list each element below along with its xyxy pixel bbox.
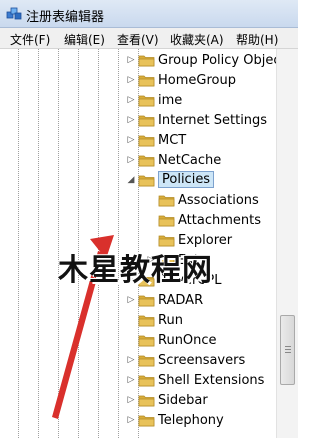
expand-arrow-icon[interactable]: ▷ bbox=[126, 295, 136, 305]
folder-icon bbox=[158, 195, 175, 207]
tree-item[interactable]: ◢ Policies bbox=[0, 171, 276, 191]
folder-icon bbox=[138, 415, 155, 427]
expand-arrow-icon[interactable]: ▷ bbox=[126, 415, 136, 425]
scroll-grip bbox=[285, 352, 291, 353]
tree-item-label: RADAR bbox=[158, 293, 204, 308]
expand-arrow-icon[interactable]: ▷ bbox=[126, 55, 136, 65]
watermark-logo: 木星教程网 bbox=[58, 253, 213, 288]
expand-arrow-icon[interactable]: ▷ bbox=[126, 155, 136, 165]
expand-arrow-icon[interactable] bbox=[146, 195, 156, 205]
tree-item-label: Screensavers bbox=[158, 353, 246, 368]
folder-icon bbox=[138, 395, 155, 407]
folder-icon bbox=[138, 175, 155, 187]
menu-favorites[interactable]: 收藏夹(A) bbox=[170, 31, 224, 48]
folder-icon bbox=[138, 155, 155, 167]
tree-item[interactable]: ▷ Group Policy Objec bbox=[0, 51, 281, 71]
folder-icon bbox=[138, 135, 155, 147]
expand-arrow-icon[interactable]: ▷ bbox=[126, 375, 136, 385]
registry-tree[interactable]: ▷ Group Policy Objec ▷ HomeGroup ▷ ime ▷ Intern… bbox=[0, 49, 298, 438]
folder-icon bbox=[138, 75, 155, 87]
tree-item-label: Internet Settings bbox=[158, 113, 268, 128]
expand-arrow-icon[interactable]: ▷ bbox=[126, 75, 136, 85]
tree-item-label: Sidebar bbox=[158, 393, 208, 408]
folder-icon bbox=[138, 375, 155, 387]
tree-item[interactable]: ▷ Internet Settings bbox=[0, 111, 276, 131]
tree-item[interactable]: Attachments bbox=[0, 211, 276, 231]
expand-arrow-icon[interactable]: ▷ bbox=[126, 395, 136, 405]
tree-item[interactable]: ▷ HomeGroup bbox=[0, 71, 276, 91]
window-title: 注册表编辑器 bbox=[26, 10, 105, 25]
expand-arrow-icon[interactable]: ▷ bbox=[126, 135, 136, 145]
tree-item[interactable]: ▷ MCT bbox=[0, 131, 276, 151]
tree-item-label: MCT bbox=[158, 133, 187, 148]
tree-item-label: ime bbox=[158, 93, 183, 108]
folder-icon bbox=[138, 115, 155, 127]
expand-arrow-icon[interactable]: ▷ bbox=[126, 355, 136, 365]
expand-arrow-icon[interactable] bbox=[146, 215, 156, 225]
menu-bar: 文件(F) 编辑(E) 查看(V) 收藏夹(A) 帮助(H) bbox=[0, 28, 298, 49]
folder-icon bbox=[138, 315, 155, 327]
title-bar: 注册表编辑器 bbox=[0, 0, 298, 28]
tree-item-label: NetCache bbox=[158, 153, 222, 168]
menu-file[interactable]: 文件(F) bbox=[10, 31, 50, 48]
vertical-scrollbar[interactable] bbox=[276, 49, 298, 438]
tree-item-label: Run bbox=[158, 313, 183, 328]
scroll-grip bbox=[285, 349, 291, 350]
tree-item[interactable]: ▷ ime bbox=[0, 91, 276, 111]
tree-item[interactable]: Associations bbox=[0, 191, 276, 211]
tree-item-label: RunOnce bbox=[158, 333, 217, 348]
expand-arrow-icon[interactable] bbox=[126, 315, 136, 325]
tree-item-label: Telephony bbox=[158, 413, 224, 428]
menu-help[interactable]: 帮助(H) bbox=[236, 31, 278, 48]
scroll-grip bbox=[285, 346, 291, 347]
tree-item-label: Policies bbox=[158, 171, 215, 188]
tree-item-label: Associations bbox=[178, 193, 259, 208]
registry-editor-icon bbox=[6, 7, 22, 20]
folder-icon bbox=[158, 215, 175, 227]
menu-view[interactable]: 查看(V) bbox=[117, 31, 159, 48]
menu-edit[interactable]: 编辑(E) bbox=[64, 31, 105, 48]
folder-icon bbox=[138, 355, 155, 367]
folder-icon bbox=[138, 335, 155, 347]
scroll-thumb[interactable] bbox=[280, 315, 295, 385]
collapse-arrow-icon[interactable]: ◢ bbox=[126, 175, 136, 185]
folder-icon bbox=[138, 55, 155, 67]
folder-icon bbox=[138, 95, 155, 107]
tree-item-label: Shell Extensions bbox=[158, 373, 265, 388]
expand-arrow-icon[interactable]: ▷ bbox=[126, 115, 136, 125]
tree-item-label: Group Policy Objec bbox=[158, 53, 281, 68]
expand-arrow-icon[interactable] bbox=[146, 235, 156, 245]
tree-item-label: Attachments bbox=[178, 213, 261, 228]
folder-icon bbox=[138, 295, 155, 307]
expand-arrow-icon[interactable]: ▷ bbox=[126, 95, 136, 105]
tree-item-label: HomeGroup bbox=[158, 73, 236, 88]
expand-arrow-icon[interactable] bbox=[126, 335, 136, 345]
tree-item[interactable]: ▷ NetCache bbox=[0, 151, 276, 171]
